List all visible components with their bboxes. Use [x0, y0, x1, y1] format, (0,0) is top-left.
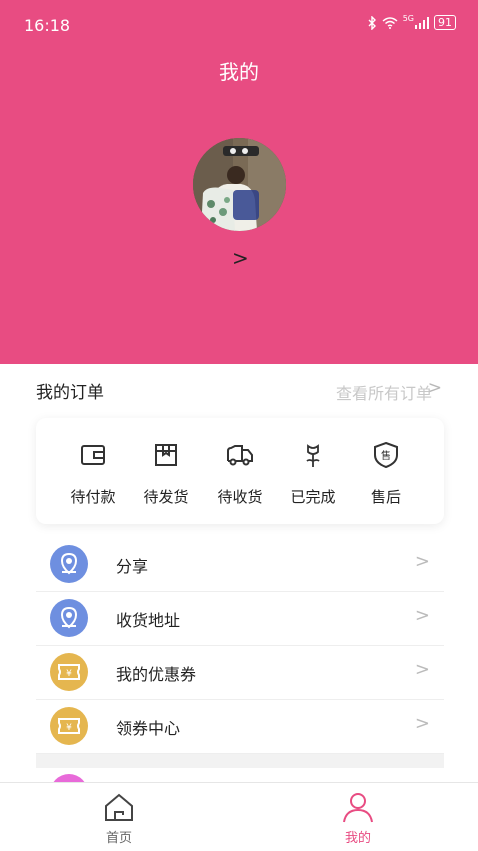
order-label: 已完成: [290, 488, 336, 506]
menu-share[interactable]: 分享 >: [36, 537, 444, 592]
coupon-icon: ¥: [50, 653, 88, 691]
profile-chevron[interactable]: >: [232, 246, 249, 270]
chevron-right-icon: >: [414, 659, 430, 680]
package-icon: [155, 444, 177, 466]
order-after-sales[interactable]: 售 售后: [349, 418, 423, 524]
location-pin-icon: [50, 599, 88, 637]
wifi-icon: [382, 16, 398, 29]
menu-coupon-center[interactable]: ¥ 领券中心 >: [36, 699, 444, 754]
menu-label: 分享: [116, 557, 149, 576]
wallet-icon: [81, 445, 105, 465]
status-bar: 16:18 5G 91: [0, 0, 478, 50]
home-icon: [105, 793, 133, 821]
coupon-icon: ¥: [50, 707, 88, 745]
svg-text:¥: ¥: [66, 723, 72, 733]
signal-icon: [415, 16, 429, 29]
battery-indicator: 91: [434, 15, 456, 30]
tab-label: 我的: [344, 831, 371, 846]
orders-title: 我的订单: [36, 383, 104, 403]
avatar-photo: [193, 138, 286, 231]
order-label: 待付款: [70, 488, 116, 506]
menu-label: 我的优惠券: [116, 665, 197, 684]
location-pin-icon: [50, 545, 88, 583]
profile-header: 16:18 5G 91 我的 >: [0, 0, 478, 364]
shield-icon: 售: [374, 442, 398, 468]
order-status-card: 待付款 待发货 待收货 已完成 售 售后: [36, 418, 444, 524]
status-time: 16:18: [24, 16, 71, 35]
order-pending-shipment[interactable]: 待发货: [129, 418, 203, 524]
svg-text:售: 售: [381, 449, 391, 462]
menu-my-coupons[interactable]: ¥ 我的优惠券 >: [36, 645, 444, 700]
tab-label: 首页: [105, 831, 132, 846]
flower-icon: [306, 444, 320, 467]
bottom-tab-bar: 首页 我的: [0, 782, 478, 851]
user-icon: [343, 793, 373, 823]
order-pending-receipt[interactable]: 待收货: [203, 418, 277, 524]
order-completed[interactable]: 已完成: [276, 418, 350, 524]
menu-label: 领券中心: [116, 719, 181, 738]
chevron-right-icon: >: [414, 551, 430, 572]
order-label: 待收货: [217, 488, 263, 506]
chevron-right-icon[interactable]: >: [428, 378, 442, 398]
tab-home[interactable]: 首页: [59, 783, 179, 851]
order-pending-payment[interactable]: 待付款: [56, 418, 130, 524]
order-label: 售后: [370, 488, 401, 506]
truck-icon: [227, 445, 253, 466]
chevron-right-icon: >: [414, 605, 430, 626]
bluetooth-icon: [368, 15, 376, 30]
chevron-right-icon: >: [414, 713, 430, 734]
svg-text:¥: ¥: [66, 669, 72, 679]
section-divider: [36, 754, 444, 768]
status-icons: 5G 91: [367, 14, 456, 30]
view-all-orders-link[interactable]: 查看所有订单: [336, 380, 432, 404]
network-label: 5G: [402, 14, 414, 23]
menu-shipping-address[interactable]: 收货地址 >: [36, 591, 444, 646]
page-title: 我的: [219, 60, 259, 84]
tab-mine[interactable]: 我的: [298, 783, 418, 851]
order-label: 待发货: [143, 488, 189, 506]
avatar[interactable]: [193, 138, 286, 231]
menu-label: 收货地址: [116, 611, 181, 630]
